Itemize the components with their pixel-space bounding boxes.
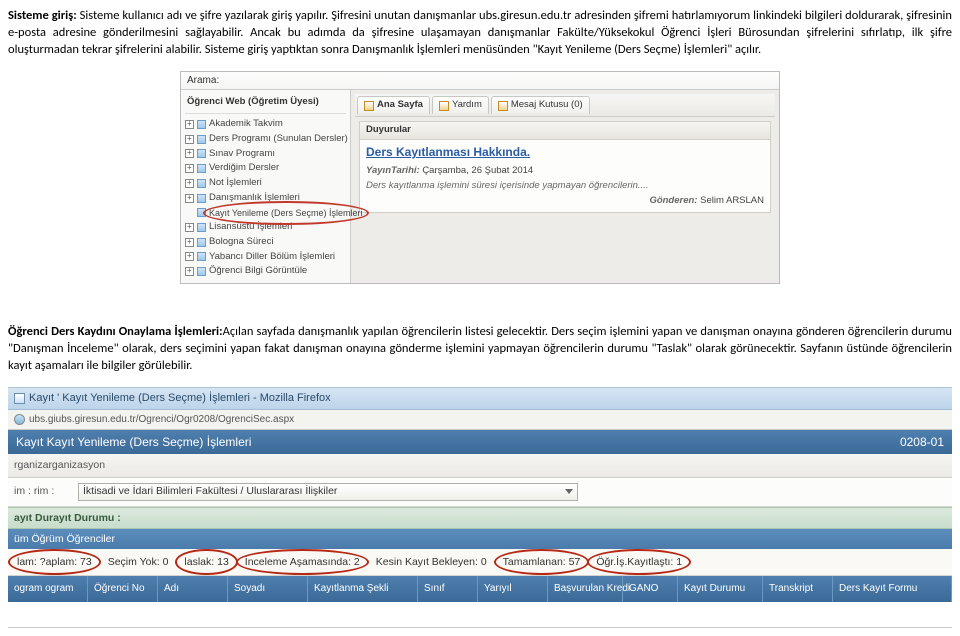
tab-strip: Ana Sayfa Yardım Mesaj Kutusu (0) [355, 94, 775, 117]
tree-item[interactable]: Akademik Takvim [185, 117, 346, 132]
panel-duyurular-body: Ders Kayıtlanması Hakkında. YayınTarihi:… [359, 140, 771, 214]
tree-item[interactable]: Öğrenci Bilgi Görüntüle [185, 264, 346, 279]
expand-icon[interactable] [185, 164, 194, 173]
col-program[interactable]: ogram ogram [8, 576, 88, 602]
intro-bold: Sisteme giriş: [8, 8, 77, 23]
page-code: 0208-01 [900, 434, 944, 450]
stat-iskayit: Öğr.İş.Kayıtlaştı: 1 [593, 554, 685, 570]
globe-icon [14, 414, 25, 425]
chevron-down-icon [565, 489, 573, 494]
tab-yardim[interactable]: Yardım [432, 96, 489, 114]
grid-body [8, 602, 952, 628]
org-row: rganizarganizasyon [8, 454, 952, 477]
node-icon [197, 208, 206, 217]
col-yariyil[interactable]: Yarıyıl [478, 576, 548, 602]
kayit-durumu-group: ayıt Durayıt Durumu : [8, 507, 952, 529]
expand-icon[interactable] [185, 238, 194, 247]
window-title: Kayıt ' Kayıt Yenileme (Ders Seçme) İşle… [29, 391, 331, 406]
col-sinif[interactable]: Sınıf [418, 576, 478, 602]
node-icon [197, 223, 206, 232]
col-kredi[interactable]: Başvurulan Kredi [548, 576, 623, 602]
page-header: Kayıt Kayıt Yenileme (Ders Seçme) İşleml… [8, 430, 952, 454]
node-icon [197, 164, 206, 173]
stat-secimyok: Seçim Yok: 0 [105, 554, 172, 570]
birim-row: im : rim : İktisadi ve İdari Bilimleri F… [8, 478, 952, 507]
expand-icon[interactable] [185, 149, 194, 158]
col-derskayit[interactable]: Ders Kayıt Formu [833, 576, 952, 602]
tree-item[interactable]: Not İşlemleri [185, 176, 346, 191]
home-icon [364, 101, 374, 111]
firefox-icon [14, 393, 25, 404]
col-kayitdurumu[interactable]: Kayıt Durumu [678, 576, 763, 602]
tree-item[interactable]: Ders Programı (Sunulan Dersler) [185, 132, 346, 147]
tree-item[interactable]: Yabancı Diller Bölüm İşlemleri [185, 250, 346, 265]
announcement-body: Ders kayıtlanma işlemini süresi içerisin… [366, 179, 764, 194]
tree-title: Öğrenci Web (Öğretim Üyesi) [185, 94, 346, 114]
col-gano[interactable]: GANO [623, 576, 678, 602]
col-adi[interactable]: Adı [158, 576, 228, 602]
tree-subitem[interactable]: Kayıt Yenileme (Ders Seçme) İşlemleri [185, 206, 346, 220]
url-text: ubs.giubs.giresun.edu.tr/Ogrenci/Ogr0208… [29, 413, 294, 427]
grid-header: ogram ogram Öğrenci No Adı Soyadı Kayıtl… [8, 576, 952, 602]
expand-icon[interactable] [185, 120, 194, 129]
announcement-date: YayınTarihi: Çarşamba, 26 Şubat 2014 [366, 164, 764, 179]
expand-icon[interactable] [185, 252, 194, 261]
node-icon [197, 120, 206, 129]
expand-icon[interactable] [185, 179, 194, 188]
tree-item[interactable]: Lisansüstü İşlemleri [185, 220, 346, 235]
filter-bar[interactable]: üm Öğrüm Öğrenciler [8, 529, 952, 549]
col-transkript[interactable]: Transkript [763, 576, 833, 602]
col-soyadi[interactable]: Soyadı [228, 576, 308, 602]
second-bold: Öğrenci Ders Kaydını Onaylama İşlemleri: [8, 324, 223, 339]
birim-label: im : rim : [14, 484, 72, 498]
tree-item[interactable]: Danışmanlık İşlemleri [185, 191, 346, 206]
col-kayitsekli[interactable]: Kayıtlanma Şekli [308, 576, 418, 602]
page-title: Kayıt Kayıt Yenileme (Ders Seçme) İşleml… [16, 434, 251, 450]
intro-paragraph: Sisteme giriş: Sisteme kullanıcı adı ve … [8, 8, 952, 59]
node-icon [197, 135, 206, 144]
tree-item[interactable]: Sınav Programı [185, 147, 346, 162]
expand-icon[interactable] [185, 135, 194, 144]
tree-item[interactable]: Verdiğim Dersler [185, 161, 346, 176]
screenshot-menu: Arama: Öğrenci Web (Öğretim Üyesi) Akade… [180, 71, 780, 285]
highlighted-menu-item[interactable]: Kayıt Yenileme (Ders Seçme) İşlemleri [209, 207, 363, 219]
node-icon [197, 267, 206, 276]
birim-select[interactable]: İktisadi ve İdari Bilimleri Fakültesi / … [78, 483, 578, 501]
stat-toplam: lam: ?aplam: 73 [14, 554, 95, 570]
expand-icon[interactable] [185, 223, 194, 232]
stat-kesin: Kesin Kayıt Bekleyen: 0 [373, 554, 490, 570]
stat-tamamlanan: Tamamlanan: 57 [500, 554, 584, 570]
content-panel: Ana Sayfa Yardım Mesaj Kutusu (0) Duyuru… [351, 90, 779, 283]
announcement-title[interactable]: Ders Kayıtlanması Hakkında. [366, 144, 764, 160]
tab-mesaj[interactable]: Mesaj Kutusu (0) [491, 96, 590, 114]
birim-value: İktisadi ve İdari Bilimleri Fakültesi / … [83, 484, 337, 498]
search-bar: Arama: [181, 72, 779, 91]
panel-duyurular-head: Duyurular [359, 121, 771, 140]
tab-anasayfa[interactable]: Ana Sayfa [357, 96, 430, 114]
expand-icon[interactable] [185, 194, 194, 203]
expand-icon[interactable] [185, 267, 194, 276]
node-icon [197, 238, 206, 247]
second-paragraph: Öğrenci Ders Kaydını Onaylama İşlemleri:… [8, 324, 952, 375]
search-label: Arama: [187, 75, 219, 86]
intro-text: Sisteme kullanıcı adı ve şifre yazılarak… [8, 8, 952, 57]
url-bar[interactable]: ubs.giubs.giresun.edu.tr/Ogrenci/Ogr0208… [8, 410, 952, 431]
node-icon [197, 179, 206, 188]
mail-icon [498, 101, 508, 111]
stat-taslak: laslak: 13 [181, 554, 231, 570]
node-icon [197, 149, 206, 158]
node-icon [197, 252, 206, 261]
help-icon [439, 101, 449, 111]
node-icon [197, 194, 206, 203]
screenshot-list: Kayıt ' Kayıt Yenileme (Ders Seçme) İşle… [8, 387, 952, 628]
stat-inceleme: İnceleme Aşamasında: 2 [242, 554, 363, 570]
stats-row: lam: ?aplam: 73 Seçim Yok: 0 laslak: 13 … [8, 549, 952, 576]
tree-item[interactable]: Bologna Süreci [185, 235, 346, 250]
announcement-sender: Gönderen: Selim ARSLAN [366, 194, 764, 209]
col-ogrencino[interactable]: Öğrenci No [88, 576, 158, 602]
tree-panel: Öğrenci Web (Öğretim Üyesi) Akademik Tak… [181, 90, 351, 283]
window-titlebar: Kayıt ' Kayıt Yenileme (Ders Seçme) İşle… [8, 388, 952, 410]
